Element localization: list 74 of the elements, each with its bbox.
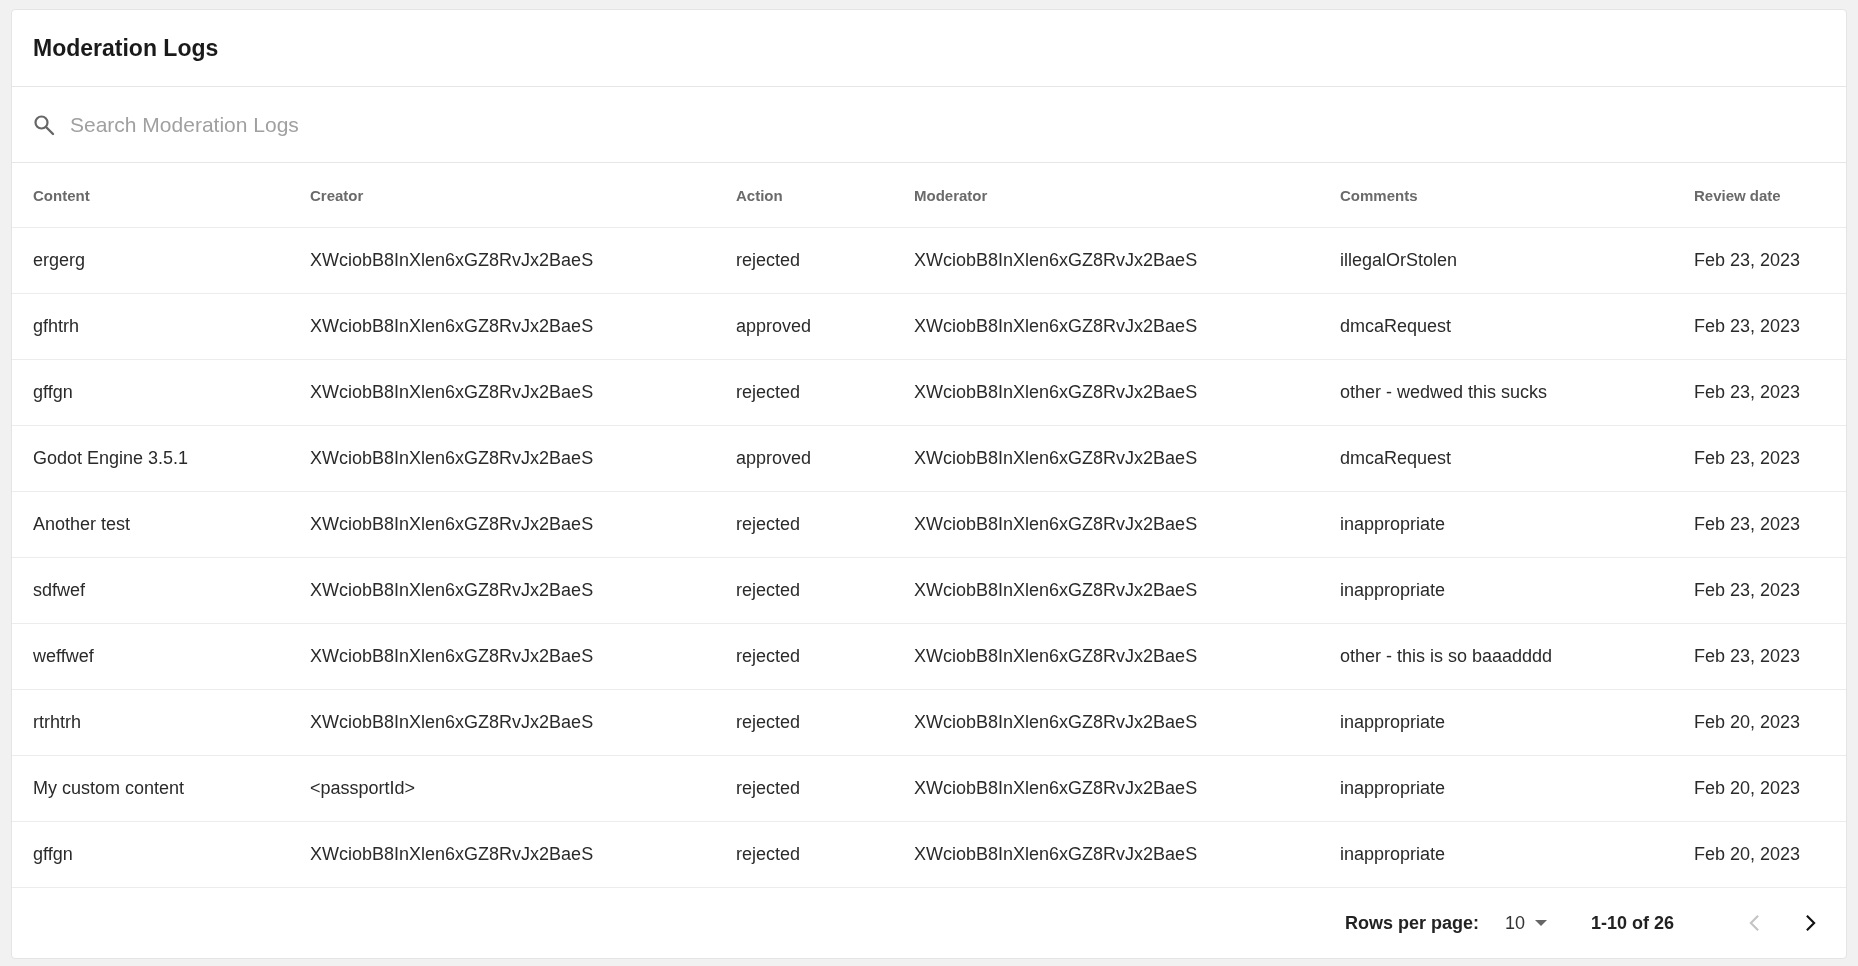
table-cell: XWciobB8InXlen6xGZ8RvJx2BaeS [914, 250, 1198, 271]
table-cell: XWciobB8InXlen6xGZ8RvJx2BaeS [310, 250, 594, 271]
table-cell: XWciobB8InXlen6xGZ8RvJx2BaeS [914, 844, 1198, 865]
table-cell: XWciobB8InXlen6xGZ8RvJx2BaeS [310, 514, 594, 535]
table-cell: Godot Engine 3.5.1 [33, 448, 189, 469]
table-cell: Feb 23, 2023 [1694, 316, 1801, 337]
chevron-right-icon [1805, 914, 1816, 932]
column-header[interactable]: Content [33, 186, 90, 204]
table-cell: XWciobB8InXlen6xGZ8RvJx2BaeS [310, 316, 594, 337]
table-cell: rejected [736, 778, 801, 799]
column-header[interactable]: Moderator [914, 186, 988, 204]
column-header[interactable]: Review date [1694, 186, 1781, 204]
table-cell: inappropriate [1340, 712, 1446, 733]
table-cell: rejected [736, 514, 801, 535]
table-cell: XWciobB8InXlen6xGZ8RvJx2BaeS [914, 448, 1198, 469]
table-cell: XWciobB8InXlen6xGZ8RvJx2BaeS [914, 778, 1198, 799]
table-cell: inappropriate [1340, 514, 1446, 535]
table-cell: weffwef [33, 646, 94, 667]
page-range: 1-10 of 26 [1590, 912, 1674, 934]
table-cell: Feb 23, 2023 [1694, 646, 1801, 667]
table-cell: Feb 20, 2023 [1694, 778, 1801, 799]
table-cell: Feb 23, 2023 [1694, 580, 1801, 601]
table-cell: approved [736, 448, 812, 469]
table-cell: other - wedwed this sucks [1340, 382, 1548, 403]
table-cell: <passportId> [310, 778, 416, 799]
table-cell: XWciobB8InXlen6xGZ8RvJx2BaeS [310, 712, 594, 733]
table-cell: Feb 20, 2023 [1694, 712, 1801, 733]
table-cell: rejected [736, 382, 801, 403]
table-cell: dmcaRequest [1340, 448, 1452, 469]
table-cell: inappropriate [1340, 778, 1446, 799]
table-cell: XWciobB8InXlen6xGZ8RvJx2BaeS [310, 844, 594, 865]
table-cell: gfhtrh [33, 316, 80, 337]
table-cell: inappropriate [1340, 580, 1446, 601]
chevron-left-icon [1749, 914, 1760, 932]
rows-per-page-label: Rows per page: [1344, 912, 1479, 934]
column-header[interactable]: Comments [1340, 186, 1418, 204]
table-cell: XWciobB8InXlen6xGZ8RvJx2BaeS [310, 580, 594, 601]
table-cell: rejected [736, 580, 801, 601]
table-cell: Feb 23, 2023 [1694, 250, 1801, 271]
table-cell: inappropriate [1340, 844, 1446, 865]
table-cell: XWciobB8InXlen6xGZ8RvJx2BaeS [310, 382, 594, 403]
table-cell: Feb 23, 2023 [1694, 448, 1801, 469]
table-cell: XWciobB8InXlen6xGZ8RvJx2BaeS [914, 712, 1198, 733]
table-cell: rejected [736, 250, 801, 271]
table-cell: Feb 20, 2023 [1694, 844, 1801, 865]
table-cell: gffgn [33, 844, 73, 865]
table-cell: gffgn [33, 382, 73, 403]
column-header[interactable]: Creator [310, 186, 364, 204]
table-cell: approved [736, 316, 812, 337]
caret-icon [1534, 920, 1547, 926]
table-cell: XWciobB8InXlen6xGZ8RvJx2BaeS [914, 580, 1198, 601]
column-header[interactable]: Action [736, 186, 783, 204]
table-cell: Feb 23, 2023 [1694, 382, 1801, 403]
table-cell: other - this is so baaadddd [1340, 646, 1553, 667]
table-cell: Another test [33, 514, 131, 535]
table-cell: XWciobB8InXlen6xGZ8RvJx2BaeS [914, 316, 1198, 337]
table-cell: rtrhtrh [33, 712, 81, 733]
table-cell: XWciobB8InXlen6xGZ8RvJx2BaeS [914, 382, 1198, 403]
table-cell: XWciobB8InXlen6xGZ8RvJx2BaeS [310, 448, 594, 469]
search-icon [32, 112, 56, 137]
table-cell: rejected [736, 646, 801, 667]
table-cell: XWciobB8InXlen6xGZ8RvJx2BaeS [914, 646, 1198, 667]
table-cell: dmcaRequest [1340, 316, 1452, 337]
table-cell: XWciobB8InXlen6xGZ8RvJx2BaeS [914, 514, 1198, 535]
table-cell: rejected [736, 844, 801, 865]
page-title: Moderation Logs [33, 34, 219, 62]
table-cell: sdfwef [33, 580, 86, 601]
table-cell: ergerg [33, 250, 86, 271]
table-cell: XWciobB8InXlen6xGZ8RvJx2BaeS [310, 646, 594, 667]
table-cell: Feb 23, 2023 [1694, 514, 1801, 535]
table-cell: My custom content [33, 778, 185, 799]
table-cell: illegalOrStolen [1340, 250, 1458, 271]
rows-per-page-select[interactable]: 10 [1500, 908, 1551, 938]
table-cell: rejected [736, 712, 801, 733]
